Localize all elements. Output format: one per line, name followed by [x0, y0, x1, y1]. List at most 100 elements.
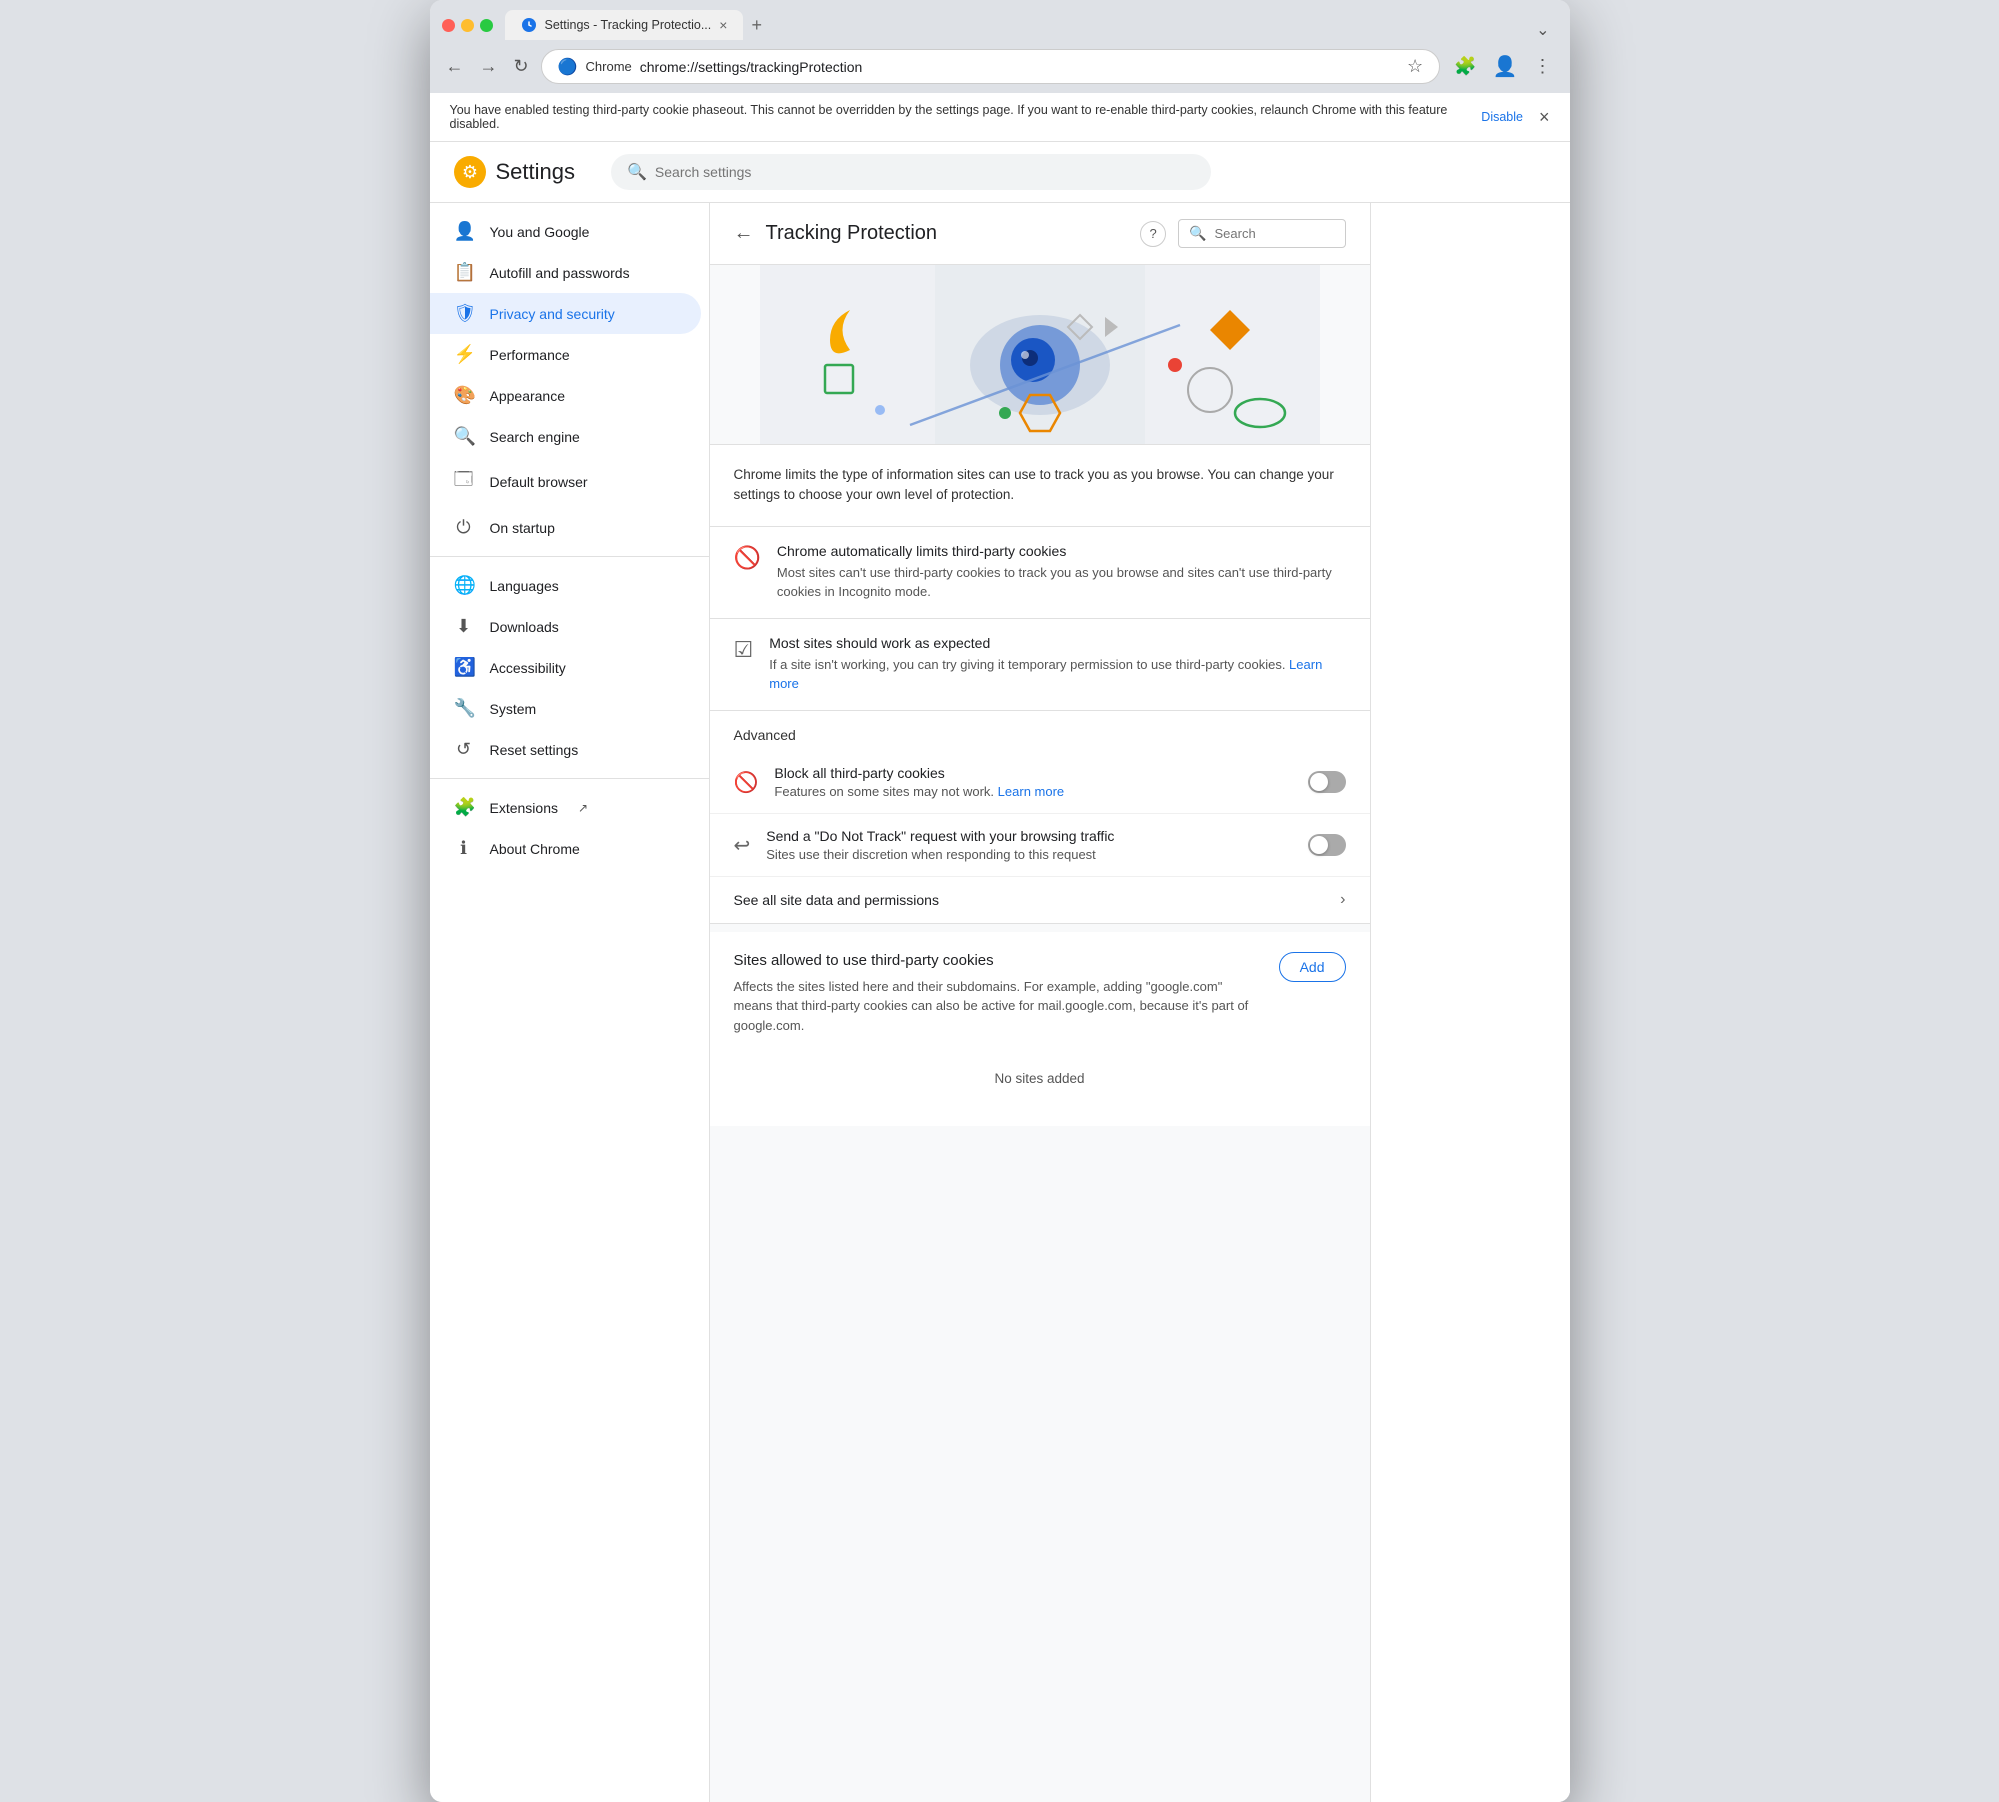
learn-more-link-1[interactable]: Learn more — [769, 657, 1322, 692]
extensions-icon: 🧩 — [454, 797, 474, 818]
block-all-desc: Features on some sites may not work. Lea… — [774, 784, 1291, 799]
system-icon: 🔧 — [454, 698, 474, 719]
sites-work-title: Most sites should work as expected — [769, 635, 1345, 651]
languages-icon: 🌐 — [454, 575, 474, 596]
auto-limits-feature: 🚫 Chrome automatically limits third-part… — [710, 527, 1370, 619]
sidebar-item-extensions[interactable]: 🧩 Extensions ↗ — [430, 787, 701, 828]
tab-close-btn[interactable]: × — [719, 17, 727, 33]
settings-body: 👤 You and Google 📋 Autofill and password… — [430, 203, 1570, 1802]
menu-button[interactable]: ⋮ — [1528, 50, 1558, 83]
chrome-icon: 🔵 — [558, 57, 578, 77]
sidebar-item-you-and-google[interactable]: 👤 You and Google — [430, 211, 701, 252]
sidebar-label-appearance: Appearance — [490, 388, 566, 404]
site-data-row[interactable]: See all site data and permissions › — [710, 877, 1370, 924]
startup-icon: ⏻ — [454, 517, 474, 538]
sidebar-divider-2 — [430, 778, 709, 779]
tracking-illustration — [710, 265, 1370, 445]
sidebar-item-search-engine[interactable]: 🔍 Search engine — [430, 416, 701, 457]
sidebar-item-about-chrome[interactable]: ℹ About Chrome — [430, 828, 701, 869]
disable-link[interactable]: Disable — [1481, 110, 1523, 124]
sidebar-label-privacy: Privacy and security — [490, 306, 615, 322]
address-bar[interactable]: 🔵 Chrome chrome://settings/trackingProte… — [541, 49, 1441, 84]
help-button[interactable]: ? — [1140, 221, 1166, 247]
star-icon[interactable]: ☆ — [1407, 56, 1423, 77]
sidebar-item-system[interactable]: 🔧 System — [430, 688, 701, 729]
nav-bar: ← → ↻ 🔵 Chrome chrome://settings/trackin… — [430, 40, 1570, 93]
do-not-track-desc: Sites use their discretion when respondi… — [766, 847, 1291, 862]
sidebar-item-accessibility[interactable]: ♿ Accessibility — [430, 647, 701, 688]
learn-more-link-2[interactable]: Learn more — [998, 784, 1064, 799]
sidebar-item-autofill[interactable]: 📋 Autofill and passwords — [430, 252, 701, 293]
do-not-track-icon: ↩ — [734, 833, 751, 858]
sidebar-label-on-startup: On startup — [490, 520, 555, 536]
active-tab[interactable]: Settings - Tracking Protectio... × — [505, 10, 744, 40]
sidebar-item-downloads[interactable]: ⬇ Downloads — [430, 606, 701, 647]
close-traffic-light[interactable] — [442, 19, 455, 32]
auto-limits-title: Chrome automatically limits third-party … — [777, 543, 1346, 559]
do-not-track-title: Send a "Do Not Track" request with your … — [766, 828, 1291, 844]
appearance-icon: 🎨 — [454, 385, 474, 406]
tracking-back-button[interactable]: ← — [734, 222, 754, 245]
traffic-lights — [442, 19, 493, 32]
maximize-traffic-light[interactable] — [480, 19, 493, 32]
hero-illustration — [710, 265, 1370, 445]
external-link-icon: ↗ — [578, 801, 588, 815]
sites-work-feature: ☑ Most sites should work as expected If … — [710, 619, 1370, 711]
right-panel — [1370, 203, 1570, 1802]
person-icon: 👤 — [454, 221, 474, 242]
sidebar-item-languages[interactable]: 🌐 Languages — [430, 565, 701, 606]
tab-menu[interactable]: ⌄ — [1528, 20, 1557, 40]
sidebar-item-default-browser[interactable]: 🗔 Default browser — [430, 457, 701, 507]
settings-title: Settings — [496, 159, 576, 185]
tab-bar: Settings - Tracking Protectio... × + ⌄ — [505, 10, 1558, 40]
settings-search-bar[interactable]: 🔍 — [611, 154, 1211, 190]
reset-icon: ↺ — [454, 739, 474, 760]
browser-icon: 🗔 — [454, 467, 474, 497]
info-bar-close[interactable]: × — [1539, 107, 1550, 128]
autofill-icon: 📋 — [454, 262, 474, 283]
add-site-button[interactable]: Add — [1279, 952, 1346, 982]
profile-button[interactable]: 👤 — [1487, 48, 1524, 85]
block-all-content: Block all third-party cookies Features o… — [774, 765, 1291, 799]
content-search-bar[interactable]: 🔍 — [1178, 219, 1345, 248]
refresh-button[interactable]: ↻ — [510, 52, 533, 81]
do-not-track-toggle[interactable] — [1308, 834, 1346, 856]
info-bar-text: You have enabled testing third-party coo… — [450, 103, 1474, 131]
search-engine-icon: 🔍 — [454, 426, 474, 447]
sidebar-item-performance[interactable]: ⚡ Performance — [430, 334, 701, 375]
sidebar-item-appearance[interactable]: 🎨 Appearance — [430, 375, 701, 416]
content-search-input[interactable] — [1215, 226, 1335, 241]
sidebar-item-reset[interactable]: ↺ Reset settings — [430, 729, 701, 770]
auto-limits-desc: Most sites can't use third-party cookies… — [777, 563, 1346, 602]
sidebar-item-on-startup[interactable]: ⏻ On startup — [430, 507, 701, 548]
auto-limits-content: Chrome automatically limits third-party … — [777, 543, 1346, 602]
title-bar: Settings - Tracking Protectio... × + ⌄ — [430, 0, 1570, 40]
main-content: ← Tracking Protection ? 🔍 — [710, 203, 1370, 1802]
block-all-cookies-item: 🚫 Block all third-party cookies Features… — [710, 751, 1370, 814]
new-tab-button[interactable]: + — [743, 11, 770, 40]
advanced-label: Advanced — [734, 727, 1346, 743]
site-data-label: See all site data and permissions — [734, 892, 1341, 908]
forward-button[interactable]: → — [476, 52, 502, 81]
settings-tab-icon — [521, 17, 537, 33]
chrome-label: Chrome — [586, 59, 632, 74]
sidebar-label-accessibility: Accessibility — [490, 660, 566, 676]
nav-actions: 🧩 👤 ⋮ — [1448, 48, 1557, 85]
downloads-icon: ⬇ — [454, 616, 474, 637]
sidebar-label-performance: Performance — [490, 347, 570, 363]
sidebar-label-reset: Reset settings — [490, 742, 579, 758]
content-header: ← Tracking Protection ? 🔍 — [710, 203, 1370, 265]
content-search-icon: 🔍 — [1189, 225, 1206, 242]
sidebar-item-privacy[interactable]: 🛡 Privacy and security — [430, 293, 701, 334]
browser-window: Settings - Tracking Protectio... × + ⌄ ←… — [430, 0, 1570, 1802]
checkbox-icon: ☑ — [734, 637, 754, 694]
tab-title: Settings - Tracking Protectio... — [545, 18, 712, 32]
minimize-traffic-light[interactable] — [461, 19, 474, 32]
sidebar-label-downloads: Downloads — [490, 619, 559, 635]
extensions-button[interactable]: 🧩 — [1448, 50, 1482, 83]
settings-search-input[interactable] — [655, 164, 1195, 180]
block-all-toggle[interactable] — [1308, 771, 1346, 793]
sidebar-divider-1 — [430, 556, 709, 557]
sites-allowed-section: Sites allowed to use third-party cookies… — [710, 924, 1370, 1127]
back-button[interactable]: ← — [442, 52, 468, 81]
